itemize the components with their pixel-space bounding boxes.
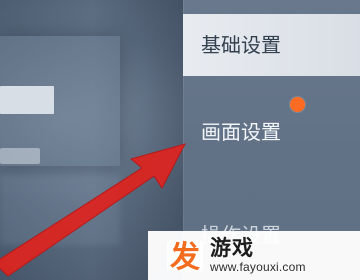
brand-name: 游戏	[210, 236, 254, 260]
left-selected-chip	[0, 86, 54, 114]
sidebar-item-label: 基础设置	[201, 33, 281, 57]
fayouxi-logo-icon: 发	[166, 239, 204, 273]
watermark-text-group: 游戏 www.fayouxi.com	[210, 236, 306, 274]
sidebar-item-label: 画面设置	[201, 120, 281, 144]
sidebar-item-basic-settings[interactable]: 基础设置	[183, 14, 360, 76]
left-background-blur	[0, 175, 120, 245]
notification-dot-icon	[290, 97, 305, 112]
watermark-banner: 发 游戏 www.fayouxi.com	[148, 231, 360, 280]
left-blurred-label	[0, 148, 40, 164]
brand-url: www.fayouxi.com	[210, 260, 306, 274]
logo-character: 发	[169, 240, 200, 273]
game-settings-screen: 基础设置 画面设置 操作设置 发 游戏 www.fayouxi.com	[0, 0, 360, 280]
sidebar-item-display-settings[interactable]: 画面设置	[183, 104, 360, 160]
